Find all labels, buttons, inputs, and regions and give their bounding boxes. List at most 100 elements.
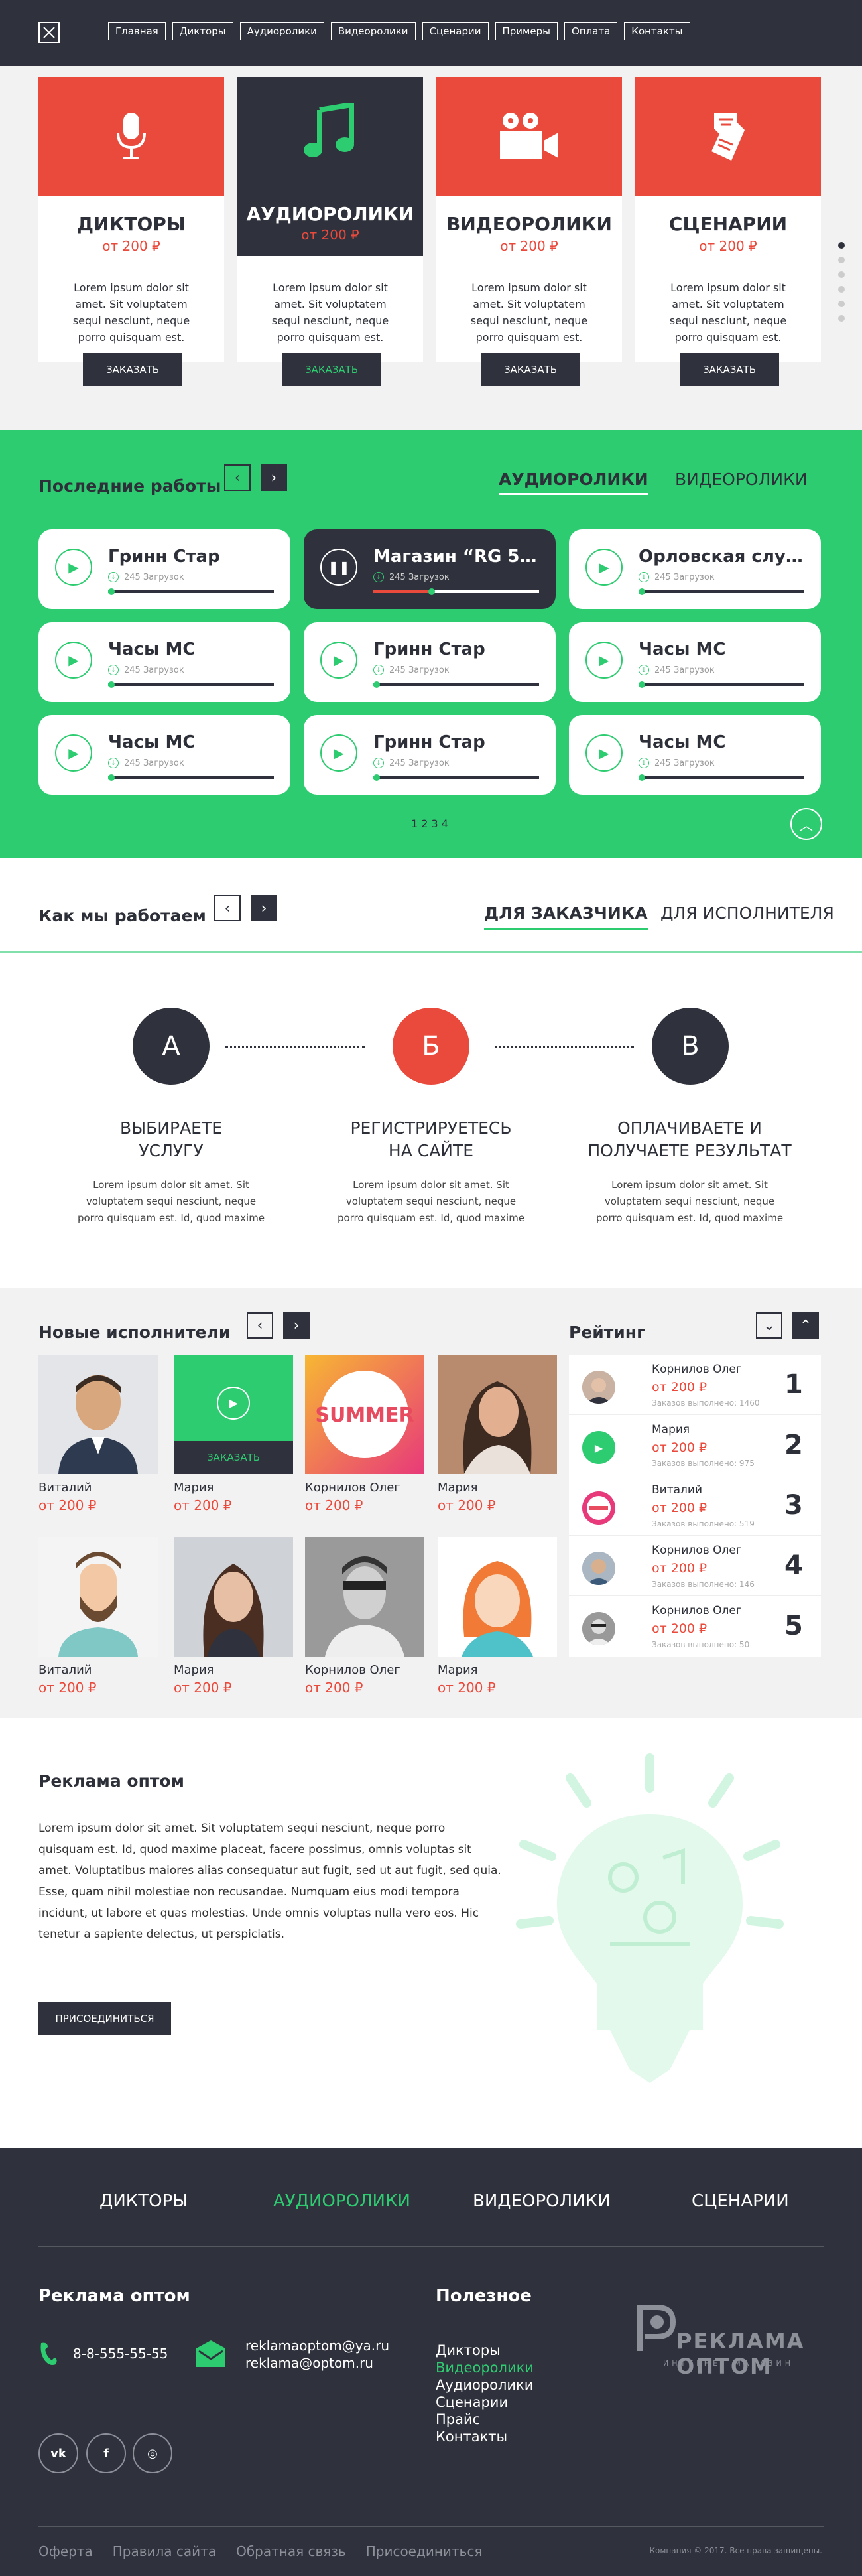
- progress-handle[interactable]: [373, 774, 380, 781]
- footer-link[interactable]: Прайс: [436, 2411, 534, 2428]
- chevron-up-icon[interactable]: ⌃: [792, 1312, 819, 1339]
- order-button-audio[interactable]: ЗАКАЗАТЬ: [282, 353, 381, 386]
- vk-icon[interactable]: vk: [38, 2433, 78, 2473]
- play-icon[interactable]: ▶: [585, 734, 623, 772]
- progress-handle[interactable]: [639, 588, 645, 595]
- instagram-icon[interactable]: ◎: [133, 2433, 172, 2473]
- play-icon[interactable]: ▶: [320, 734, 357, 772]
- track-progress[interactable]: [639, 681, 804, 688]
- close-menu-icon[interactable]: [38, 22, 60, 43]
- tab-for-customer[interactable]: ДЛЯ ЗАКАЗЧИКА: [484, 904, 648, 930]
- nav-item-speakers[interactable]: Дикторы: [172, 22, 233, 40]
- track-card[interactable]: ▶ Часы MC ↓ 245 Загрузок: [569, 622, 821, 702]
- nav-item-scripts[interactable]: Сценарии: [422, 22, 489, 40]
- play-icon[interactable]: ▶: [55, 549, 92, 586]
- tab-audio[interactable]: АУДИОРОЛИКИ: [499, 470, 648, 495]
- track-progress[interactable]: [373, 588, 539, 595]
- bottom-link-offer[interactable]: Оферта: [38, 2543, 93, 2559]
- nav-item-video[interactable]: Видеоролики: [330, 22, 416, 40]
- rating-row[interactable]: Виталий от 200 ₽ Заказов выполнено: 519 …: [569, 1475, 821, 1536]
- order-button-scripts[interactable]: ЗАКАЗАТЬ: [680, 353, 779, 386]
- track-progress[interactable]: [108, 588, 274, 595]
- footer-link[interactable]: Аудиоролики: [436, 2376, 534, 2394]
- chevron-down-icon[interactable]: ⌄: [756, 1312, 782, 1339]
- footer-nav-scripts[interactable]: СЦЕНАРИИ: [692, 2191, 789, 2211]
- next-arrow-icon[interactable]: ›: [261, 464, 287, 491]
- play-icon[interactable]: ▶: [55, 642, 92, 679]
- footer-nav-audio[interactable]: АУДИОРОЛИКИ: [273, 2191, 410, 2211]
- page-dot[interactable]: [838, 315, 845, 322]
- download-icon: ↓: [373, 572, 384, 582]
- track-card[interactable]: ▶ Гринн Стар ↓ 245 Загрузок: [304, 715, 556, 795]
- page-dot[interactable]: [838, 242, 845, 249]
- track-progress[interactable]: [639, 774, 804, 781]
- track-card[interactable]: ▶ Гринн Стар ↓ 245 Загрузок: [304, 622, 556, 702]
- order-button[interactable]: ЗАКАЗАТЬ: [174, 1441, 293, 1474]
- track-progress[interactable]: [108, 774, 274, 781]
- prev-arrow-icon[interactable]: ‹: [214, 895, 241, 921]
- tab-for-performer[interactable]: ДЛЯ ИСПОЛНИТЕЛЯ: [660, 904, 834, 923]
- bottom-link-rules[interactable]: Правила сайта: [113, 2543, 216, 2559]
- order-button-speakers[interactable]: ЗАКАЗАТЬ: [83, 353, 182, 386]
- rating-price: от 200 ₽: [652, 1621, 708, 1636]
- footer-nav-video[interactable]: ВИДЕОРОЛИКИ: [473, 2191, 611, 2211]
- footer-link[interactable]: Видеоролики: [436, 2359, 534, 2376]
- progress-handle[interactable]: [108, 681, 115, 688]
- play-icon[interactable]: ▶: [320, 642, 357, 679]
- scroll-up-icon[interactable]: ︿: [790, 808, 822, 840]
- track-progress[interactable]: [639, 588, 804, 595]
- nav-item-contacts[interactable]: Контакты: [624, 22, 690, 40]
- tab-video[interactable]: ВИДЕОРОЛИКИ: [675, 470, 808, 489]
- order-button-video[interactable]: ЗАКАЗАТЬ: [481, 353, 580, 386]
- play-icon[interactable]: ▶: [582, 1431, 615, 1464]
- prev-arrow-icon[interactable]: ‹: [224, 464, 251, 491]
- track-card[interactable]: ❚❚ Магазин “RG 512” ↓ 245 Загрузок: [304, 529, 556, 609]
- bottom-link-join[interactable]: Присоединиться: [366, 2543, 483, 2559]
- track-progress[interactable]: [108, 681, 274, 688]
- play-icon[interactable]: ▶: [55, 734, 92, 772]
- facebook-icon[interactable]: f: [86, 2433, 126, 2473]
- footer-link[interactable]: Сценарии: [436, 2394, 534, 2411]
- track-card[interactable]: ▶ Гринн Стар ↓ 245 Загрузок: [38, 529, 290, 609]
- progress-handle[interactable]: [108, 588, 115, 595]
- track-card[interactable]: ▶ Часы MC ↓ 245 Загрузок: [38, 715, 290, 795]
- track-card[interactable]: ▶ Орловская служба ↓ 245 Загрузок: [569, 529, 821, 609]
- prev-arrow-icon[interactable]: ‹: [247, 1312, 273, 1339]
- nav-item-examples[interactable]: Примеры: [495, 22, 558, 40]
- progress-handle[interactable]: [108, 774, 115, 781]
- track-progress[interactable]: [373, 681, 539, 688]
- page-dot[interactable]: [838, 257, 845, 263]
- footer-nav-speakers[interactable]: ДИКТОРЫ: [99, 2191, 188, 2211]
- join-button[interactable]: ПРИСОЕДИНИТЬСЯ: [38, 2002, 171, 2035]
- phone-number[interactable]: 8-8-555-55-55: [73, 2346, 168, 2362]
- track-progress[interactable]: [373, 774, 539, 781]
- rating-row[interactable]: Корнилов Олег от 200 ₽ Заказов выполнено…: [569, 1536, 821, 1596]
- email-link[interactable]: reklama@optom.ru: [245, 2354, 389, 2372]
- play-icon[interactable]: ▶: [585, 642, 623, 679]
- progress-handle[interactable]: [639, 681, 645, 688]
- page-dot[interactable]: [838, 301, 845, 307]
- play-icon[interactable]: ▶: [585, 549, 623, 586]
- rating-row[interactable]: Корнилов Олег от 200 ₽ Заказов выполнено…: [569, 1596, 821, 1657]
- track-card[interactable]: ▶ Часы MC ↓ 245 Загрузок: [38, 622, 290, 702]
- nav-item-home[interactable]: Главная: [108, 22, 166, 40]
- next-arrow-icon[interactable]: ›: [283, 1312, 310, 1339]
- track-card[interactable]: ▶ Часы MC ↓ 245 Загрузок: [569, 715, 821, 795]
- rating-row[interactable]: ▶ Мария от 200 ₽ Заказов выполнено: 975 …: [569, 1415, 821, 1475]
- play-icon[interactable]: ▶: [217, 1387, 250, 1420]
- pagination[interactable]: 1 2 3 4: [411, 817, 448, 830]
- footer-link[interactable]: Контакты: [436, 2428, 534, 2445]
- bottom-link-feedback[interactable]: Обратная связь: [236, 2543, 346, 2559]
- nav-item-payment[interactable]: Оплата: [564, 22, 618, 40]
- next-arrow-icon[interactable]: ›: [251, 895, 277, 921]
- page-dot[interactable]: [838, 286, 845, 293]
- footer-link[interactable]: Дикторы: [436, 2342, 534, 2359]
- rating-row[interactable]: Корнилов Олег от 200 ₽ Заказов выполнено…: [569, 1355, 821, 1415]
- progress-handle[interactable]: [428, 588, 435, 595]
- nav-item-audio[interactable]: Аудиоролики: [239, 22, 324, 40]
- progress-handle[interactable]: [639, 774, 645, 781]
- progress-handle[interactable]: [373, 681, 380, 688]
- email-link[interactable]: reklamaoptom@ya.ru: [245, 2337, 389, 2354]
- page-dot[interactable]: [838, 271, 845, 278]
- pause-icon[interactable]: ❚❚: [320, 549, 357, 586]
